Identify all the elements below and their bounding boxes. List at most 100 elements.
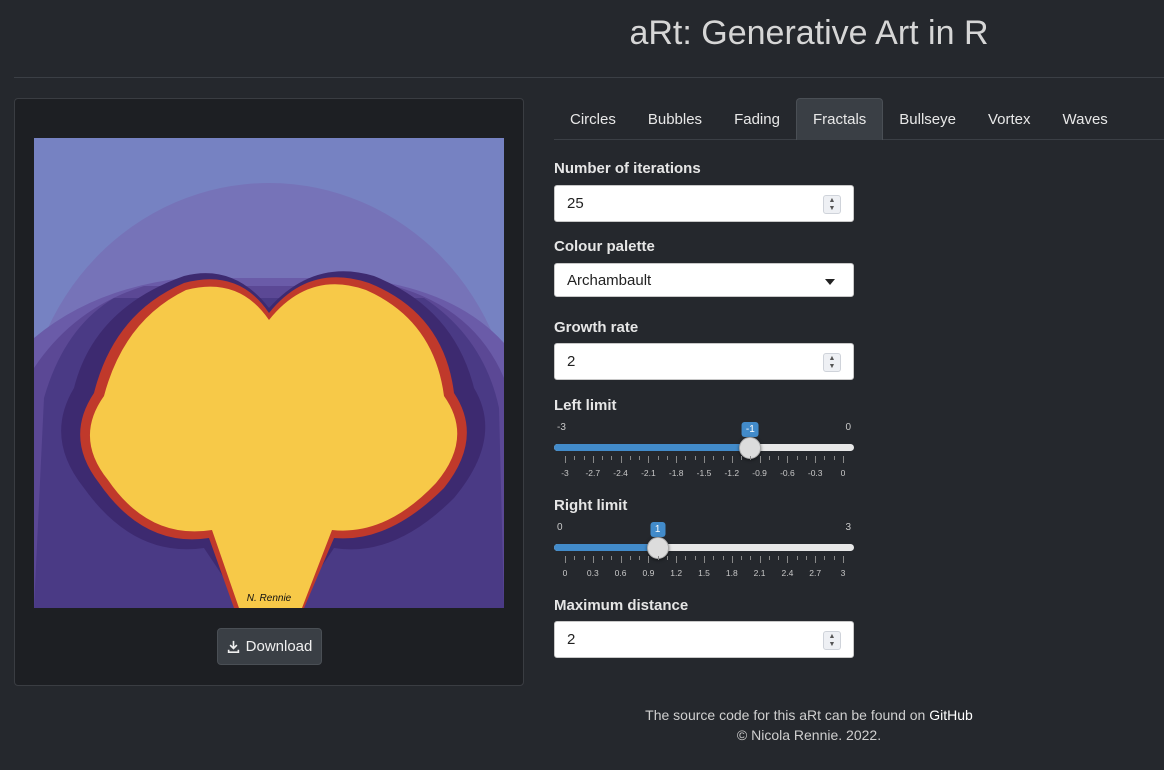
left_limit-minor-tick <box>713 456 715 460</box>
right_limit-ticks: 0 0.3 0.6 0.9 1.2 1.5 1.8 2.1 2.4 2.7 3 <box>554 556 854 586</box>
left_limit-tick-label: -2.1 <box>641 468 656 478</box>
art-panel: N. Rennie Download <box>14 98 524 686</box>
right_limit-tick-label: 1.5 <box>698 568 710 578</box>
right_limit-minor-tick <box>805 556 807 560</box>
left_limit-minor-tick <box>666 456 668 460</box>
left_limit-tick-label: -0.9 <box>752 468 767 478</box>
right_limit-tick-label: 3 <box>840 568 846 578</box>
right_limit-tick-label: 2.7 <box>809 568 822 578</box>
right_limit-tick <box>648 556 650 563</box>
right_limit-tick-label: 0.9 <box>642 568 655 578</box>
growth-input[interactable] <box>567 353 807 370</box>
right_limit-minor-tick <box>713 556 715 560</box>
left_limit-minor-tick <box>657 456 659 460</box>
left_limit-tick <box>565 456 566 463</box>
max-distance-input[interactable] <box>567 631 807 648</box>
right-limit-slider[interactable]: 0 3 1 0 0.3 0.6 0.9 1.2 1.5 1.8 2.1 2.4 2.7 3 <box>554 522 854 586</box>
left_limit-minor-tick <box>824 456 826 460</box>
right_limit-minor-tick <box>750 556 752 560</box>
left_limit-max-label: 0 <box>845 422 851 433</box>
download-icon <box>227 640 239 653</box>
left_limit-tick <box>787 456 789 463</box>
left_limit-minor-tick <box>778 456 780 460</box>
footer: The source code for this aRt can be foun… <box>554 705 1064 745</box>
download-button[interactable]: Download <box>217 628 322 665</box>
left_limit-tick-label: -2.7 <box>585 468 601 478</box>
right_limit-tick <box>676 556 678 563</box>
fractal-artwork: N. Rennie <box>34 138 504 608</box>
left_limit-tick-label: -3 <box>561 468 569 478</box>
right_limit-minor-tick <box>833 556 835 560</box>
palette-select[interactable]: Archambault <box>554 263 854 297</box>
left_limit-tick <box>676 456 678 463</box>
left_limit-minor-tick <box>694 456 696 460</box>
left_limit-minor-tick <box>611 456 613 460</box>
iterations-spinner[interactable]: ▲ ▼ <box>823 195 841 214</box>
tab-bubbles[interactable]: Bubbles <box>632 98 718 140</box>
left_limit-ticks: -3 -2.7 -2.4 -2.1 -1.8 -1.5 -1.2 -0.9 -0.6 -0.3 0 <box>554 456 854 486</box>
tab-vortex[interactable]: Vortex <box>972 98 1047 140</box>
left_limit-minor-tick <box>583 456 585 460</box>
right_limit-tick <box>565 556 566 563</box>
left_limit-minor-tick <box>741 456 743 460</box>
tab-waves[interactable]: Waves <box>1047 98 1124 140</box>
left_limit-minor-tick <box>685 456 687 460</box>
left_limit-minor-tick <box>639 456 641 460</box>
growth-label: Growth rate <box>554 319 639 336</box>
right_limit-minor-tick <box>722 556 724 560</box>
left_limit-minor-tick <box>750 456 752 460</box>
tab-fractals[interactable]: Fractals <box>795 98 884 140</box>
left_limit-tick <box>704 456 705 463</box>
left-limit-label: Left limit <box>554 397 617 414</box>
left-limit-slider[interactable]: -3 0 -1 -3 -2.7 -2.4 -2.1 -1.8 -1.5 -1.2 -0.9 -0.6-… <box>554 422 854 486</box>
left_limit-minor-tick <box>722 456 724 460</box>
footer-source-text: The source code for this aRt can be foun… <box>645 707 926 723</box>
iterations-input[interactable] <box>567 195 807 212</box>
left_limit-tick-label: -1.5 <box>696 468 712 478</box>
left_limit-tick-label: -0.6 <box>780 468 795 478</box>
left_limit-minor-tick <box>796 456 798 460</box>
left_limit-minor-tick <box>629 456 631 460</box>
art-tabs: Circles Bubbles Fading Fractals Bullseye… <box>554 98 1164 140</box>
right_limit-value-bubble: 1 <box>650 522 666 537</box>
max-distance-field[interactable]: ▲▼ <box>554 621 854 658</box>
right_limit-minor-tick <box>694 556 696 560</box>
max-distance-spinner[interactable]: ▲ ▼ <box>823 631 841 650</box>
right_limit-tick <box>731 556 733 563</box>
right_limit-minor-tick <box>778 556 780 560</box>
right_limit-minor-tick <box>768 556 770 560</box>
right_limit-track[interactable] <box>554 544 854 551</box>
growth-spinner[interactable]: ▲ ▼ <box>823 353 841 372</box>
growth-field[interactable]: ▲▼ <box>554 343 854 380</box>
left_limit-track[interactable] <box>554 444 854 451</box>
right_limit-tick-label: 2.4 <box>781 568 794 578</box>
left_limit-tick <box>815 456 817 463</box>
iterations-field[interactable]: ▲▼ <box>554 185 854 222</box>
github-link[interactable]: GitHub <box>929 707 973 723</box>
left_limit-minor-tick <box>768 456 770 460</box>
left_limit-tick <box>648 456 650 463</box>
right_limit-minor-tick <box>583 556 585 560</box>
right_limit-tick-label: 1.2 <box>670 568 683 578</box>
left_limit-fill <box>554 444 751 451</box>
left_limit-tick-label: -1.2 <box>724 468 740 478</box>
right_limit-tick <box>787 556 789 563</box>
right_limit-minor-tick <box>741 556 743 560</box>
max-distance-label: Maximum distance <box>554 597 689 614</box>
right_limit-tick <box>759 556 761 563</box>
right_limit-minor-tick <box>611 556 613 560</box>
left_limit-value-bubble: -1 <box>741 422 759 437</box>
palette-label: Colour palette <box>554 238 655 255</box>
tab-fading[interactable]: Fading <box>718 98 796 140</box>
left_limit-tick <box>592 456 594 463</box>
chevron-down-icon <box>825 279 835 285</box>
left_limit-minor-tick <box>833 456 835 460</box>
right_limit-max-label: 3 <box>845 522 851 533</box>
iterations-label: Number of iterations <box>554 160 701 177</box>
footer-copyright: © Nicola Rennie. 2022. <box>736 727 882 743</box>
tab-circles[interactable]: Circles <box>554 98 632 140</box>
left_limit-tick <box>843 456 844 463</box>
tab-bullseye[interactable]: Bullseye <box>883 98 972 140</box>
right_limit-tick-label: 0 <box>562 568 568 578</box>
right_limit-minor-tick <box>685 556 687 560</box>
